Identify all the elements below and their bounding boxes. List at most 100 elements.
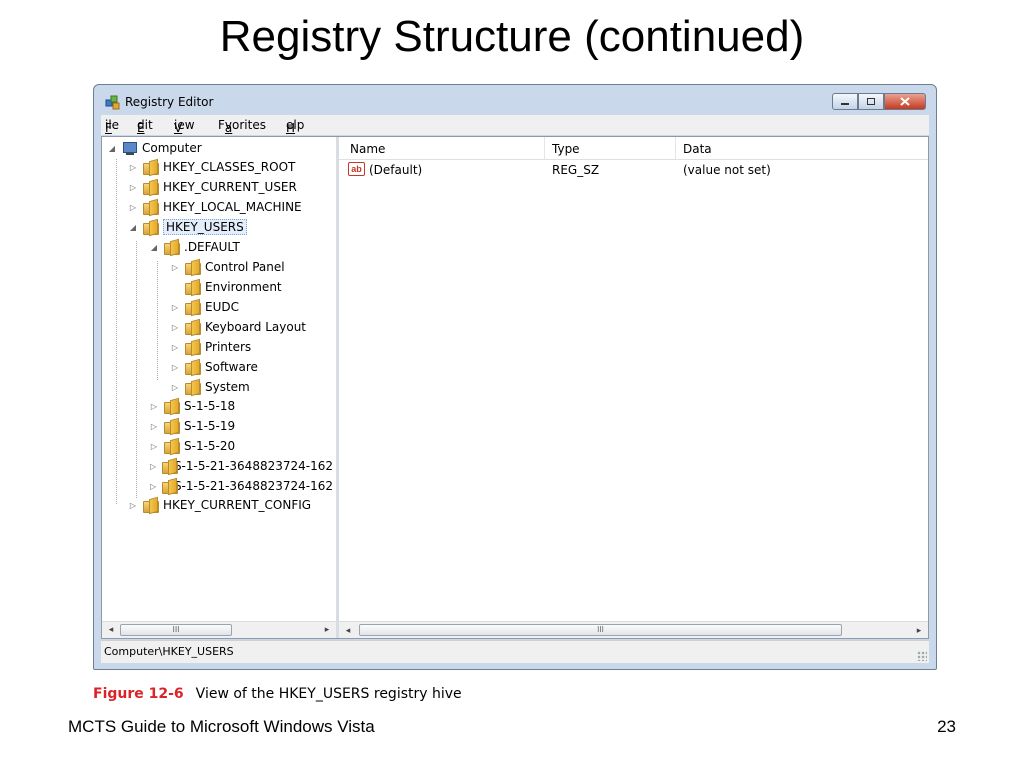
tree-item-computer[interactable]: ◢ Computer [108, 139, 202, 157]
expand-arrow-icon[interactable]: ▷ [171, 383, 179, 392]
title-bar[interactable]: Registry Editor [94, 85, 936, 115]
expand-arrow-icon[interactable]: ▷ [171, 363, 179, 372]
figure-caption-text: View of the HKEY_USERS registry hive [195, 686, 462, 702]
expand-arrow-icon[interactable]: ▷ [150, 462, 156, 471]
collapse-arrow-icon[interactable]: ◢ [129, 223, 137, 232]
expand-arrow-icon[interactable]: ▷ [150, 402, 158, 411]
tree-item-s-1-5-21-b[interactable]: ▷ S-1-5-21-3648823724-162 [150, 477, 333, 495]
tree-item-hkey-current-user[interactable]: ▷ HKEY_CURRENT_USER [129, 178, 297, 196]
scroll-left-icon[interactable]: ◂ [104, 624, 118, 636]
tree-item-label: .DEFAULT [184, 240, 240, 254]
tree-item-software[interactable]: ▷ Software [171, 358, 258, 376]
close-button[interactable] [884, 93, 926, 110]
folder-icon [185, 360, 201, 375]
expand-arrow-icon[interactable]: ▷ [129, 501, 137, 510]
registry-editor-icon [105, 95, 120, 110]
tree-item-control-panel[interactable]: ▷ Control Panel [171, 258, 285, 276]
tree-item-system[interactable]: ▷ System [171, 378, 250, 396]
value-name: (Default) [369, 163, 423, 177]
registry-tree[interactable]: ◢ Computer ▷ HKEY_CLASSES_ROOT ▷ HKEY_CU… [102, 137, 339, 638]
expand-arrow-icon[interactable]: ▷ [171, 303, 179, 312]
expand-arrow-icon[interactable]: ▷ [171, 263, 179, 272]
scroll-thumb[interactable]: III [120, 624, 232, 636]
tree-item-label: System [205, 380, 250, 394]
minimize-button[interactable] [832, 93, 858, 110]
expand-arrow-icon[interactable]: ▷ [150, 422, 158, 431]
folder-icon [143, 220, 159, 235]
column-header-name[interactable]: Name [350, 142, 385, 156]
tree-item-label: HKEY_CURRENT_CONFIG [163, 498, 312, 512]
tree-item-s-1-5-20[interactable]: ▷ S-1-5-20 [150, 437, 235, 455]
tree-item-keyboard-layout[interactable]: ▷ Keyboard Layout [171, 318, 306, 336]
menu-edit[interactable]: Edit [137, 118, 153, 135]
close-icon [900, 97, 910, 106]
tree-item-hkey-classes-root[interactable]: ▷ HKEY_CLASSES_ROOT [129, 158, 295, 176]
computer-icon [122, 141, 138, 155]
expand-arrow-icon[interactable]: ▷ [150, 482, 156, 491]
tree-item-label: Printers [205, 340, 252, 354]
expand-arrow-icon[interactable]: ▷ [129, 183, 137, 192]
minimize-icon [841, 102, 849, 105]
expand-arrow-icon[interactable]: ▷ [129, 203, 137, 212]
tree-horizontal-scrollbar[interactable]: ◂ III ▸ [102, 621, 336, 638]
tree-item-s-1-5-19[interactable]: ▷ S-1-5-19 [150, 417, 235, 435]
menu-file[interactable]: File [105, 118, 119, 135]
tree-item-label: S-1-5-21-3648823724-162 [173, 479, 333, 493]
tree-item-hkey-current-config[interactable]: ▷ HKEY_CURRENT_CONFIG [129, 496, 311, 514]
tree-item-eudc[interactable]: ▷ EUDC [171, 298, 239, 316]
list-horizontal-scrollbar[interactable]: ◂ III ▸ [339, 621, 928, 638]
folder-icon [164, 419, 180, 434]
status-bar: Computer\HKEY_USERS [101, 640, 929, 663]
folder-icon [185, 280, 201, 295]
resize-grip-icon[interactable] [917, 651, 927, 661]
client-area: ◢ Computer ▷ HKEY_CLASSES_ROOT ▷ HKEY_CU… [101, 136, 929, 639]
collapse-arrow-icon[interactable]: ◢ [108, 144, 116, 153]
values-list[interactable]: Name Type Data ab (Default) REG_SZ (valu… [339, 137, 928, 638]
tree-item-s-1-5-18[interactable]: ▷ S-1-5-18 [150, 397, 235, 415]
expand-arrow-icon[interactable]: ▷ [150, 442, 158, 451]
tree-item-environment[interactable]: Environment [171, 278, 282, 296]
tree-item-hkey-users[interactable]: ◢ HKEY_USERS [129, 218, 247, 236]
tree-item-hkey-local-machine[interactable]: ▷ HKEY_LOCAL_MACHINE [129, 198, 302, 216]
folder-icon [164, 240, 180, 255]
tree-item-label: S-1-5-19 [184, 419, 236, 433]
tree-item-label: HKEY_CLASSES_ROOT [163, 160, 296, 174]
scroll-right-icon[interactable]: ▸ [320, 624, 334, 636]
value-type: REG_SZ [552, 163, 600, 177]
collapse-arrow-icon[interactable]: ◢ [150, 243, 158, 252]
folder-icon [164, 399, 180, 414]
column-header-type[interactable]: Type [552, 142, 580, 156]
list-header: Name Type Data [339, 137, 928, 160]
tree-item-s-1-5-21-a[interactable]: ▷ S-1-5-21-3648823724-162 [150, 457, 333, 475]
slide-title: Registry Structure (continued) [219, 12, 805, 61]
folder-icon [185, 260, 201, 275]
scroll-right-icon[interactable]: ▸ [912, 624, 926, 636]
list-row[interactable]: ab (Default) REG_SZ (value not set) [339, 161, 928, 179]
figure-label: Figure 12-6 [93, 686, 184, 702]
folder-icon [143, 498, 159, 513]
folder-icon [164, 439, 180, 454]
menu-view[interactable]: View [174, 118, 195, 135]
tree-item-label: HKEY_USERS [163, 219, 247, 235]
tree-item-printers[interactable]: ▷ Printers [171, 338, 251, 356]
scroll-left-icon[interactable]: ◂ [341, 624, 355, 636]
folder-icon [162, 479, 178, 494]
expand-arrow-icon[interactable]: ▷ [129, 163, 137, 172]
registry-editor-window: Registry Editor File Edit View Fa vorites… [93, 84, 937, 670]
scroll-thumb[interactable]: III [359, 624, 842, 636]
menu-favorites[interactable]: Fa vorites [218, 118, 266, 135]
tree-item-label: EUDC [205, 300, 239, 314]
maximize-button[interactable] [858, 93, 884, 110]
tree-item-default[interactable]: ◢ .DEFAULT [150, 238, 240, 256]
tree-item-label: S-1-5-21-3648823724-162 [173, 459, 333, 473]
column-header-data[interactable]: Data [683, 142, 712, 156]
menu-bar: File Edit View Fa vorites Help [101, 115, 929, 135]
menu-help[interactable]: Help [286, 118, 304, 135]
status-path: Computer\HKEY_USERS [104, 645, 234, 658]
folder-icon [185, 380, 201, 395]
expand-arrow-icon[interactable]: ▷ [171, 343, 179, 352]
folder-icon [185, 300, 201, 315]
tree-item-label: S-1-5-18 [184, 399, 236, 413]
expand-arrow-icon[interactable]: ▷ [171, 323, 179, 332]
folder-icon [143, 200, 159, 215]
